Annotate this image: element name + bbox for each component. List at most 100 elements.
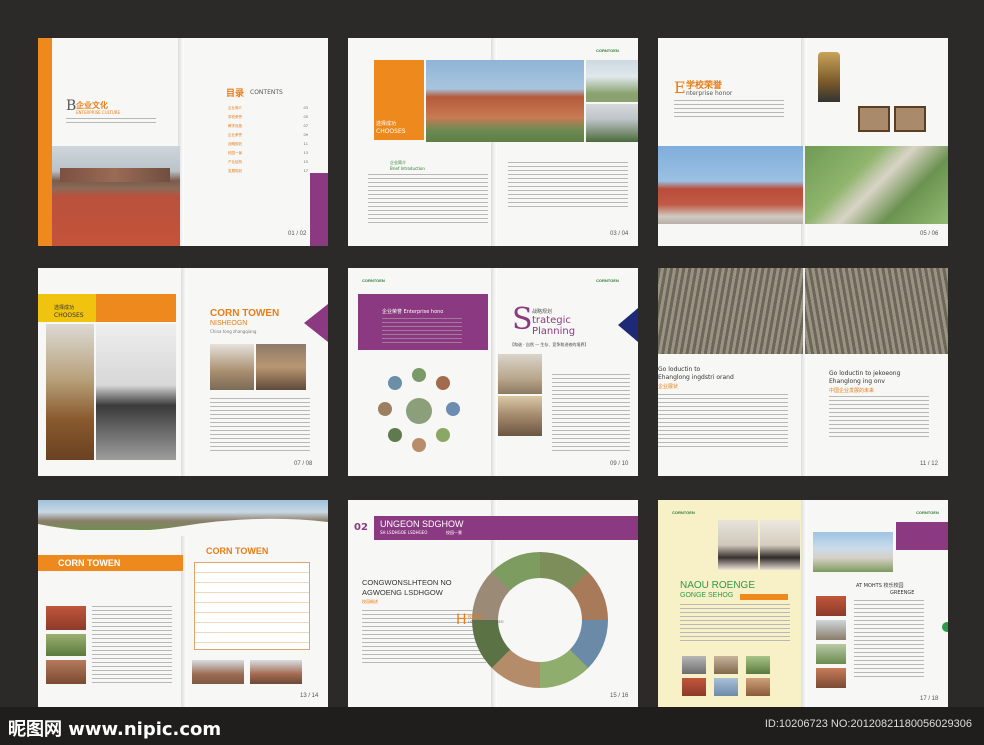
section-title: UNGEON SDGHOW — [380, 519, 464, 529]
strategy-tagline: 【和谐 · 自然 — 生存、竞争和进修的境界】 — [510, 342, 589, 347]
right-title: CORN TOWEN — [206, 546, 269, 556]
green-tab — [942, 622, 948, 632]
people-photo — [498, 396, 542, 436]
spread-2: CORNTOEN 选择成功 CHOOSES 企业简介 Brief Introdu… — [348, 38, 638, 246]
thumb-photo — [714, 656, 738, 674]
library-photo — [498, 354, 542, 394]
h-letter: H — [456, 612, 467, 628]
corn-title: CORN TOWEN — [210, 308, 280, 319]
assembly-photo-right — [805, 268, 948, 354]
strategy-cn: 战略规划 — [532, 309, 553, 315]
lab-photo — [210, 344, 254, 390]
building-thumb — [192, 660, 244, 684]
right-title-1: AT MOHTS 校乐校园 — [856, 583, 904, 589]
logo: CORNTOEN — [916, 510, 939, 515]
toc-item[interactable]: 产业结构 15 — [228, 160, 308, 169]
school-building-photo — [658, 146, 803, 224]
banner-text: 企业荣誉 Enterprise hono — [382, 309, 444, 315]
page-number: 05 / 06 — [920, 231, 939, 237]
choose-en: CHOOSES — [376, 128, 406, 135]
purple-arrow-icon — [304, 304, 328, 342]
page-number: 09 / 10 — [610, 461, 629, 467]
thumb-photo — [746, 678, 770, 696]
section-number: 02 — [354, 522, 368, 533]
left-cn: 企业展状 — [658, 384, 679, 390]
toc-item[interactable]: 教学设施 07 — [228, 124, 308, 133]
site-brand[interactable]: 昵图网 www.nipic.com — [8, 715, 221, 741]
section-sub-cn: 校园一景 — [446, 530, 462, 535]
aerial-campus-photo — [805, 146, 948, 224]
building-photo — [426, 60, 584, 142]
strategy-en-1: trategic — [532, 315, 571, 326]
purple-side-bar — [310, 173, 328, 246]
trophy-photo — [818, 52, 840, 102]
spread-9: CORNTOEN CORNTOEN NAOU ROENGE GONGE SEHO… — [658, 500, 948, 708]
page-number: 15 / 16 — [610, 693, 629, 699]
right-cn: 中国企业发展的未来 — [829, 388, 875, 394]
spread-4: 选择成功 CHOOSES CORN TOWEN NISHEOGN China t… — [38, 268, 328, 476]
certificate — [858, 106, 890, 132]
choose-en: CHOOSES — [54, 312, 84, 319]
contents-en: CONTENTS — [250, 89, 283, 96]
thumb-photo — [682, 678, 706, 696]
page-number: 07 / 08 — [294, 461, 313, 467]
student-photo — [760, 520, 800, 570]
spread-6: Go loductin to Ehanglong ingdstri orand … — [658, 268, 948, 476]
thumb-photo — [816, 596, 846, 616]
building-thumb — [250, 660, 302, 684]
certificate — [894, 106, 926, 132]
corn-sub2: China tong zhangqiang — [210, 329, 257, 334]
heading-1: CONGWONSLHTEON NO — [362, 578, 452, 587]
choose-cn: 选择成功 — [54, 305, 75, 311]
logo: CORNTOEN — [596, 48, 619, 53]
logo: CORNTOEN — [362, 278, 385, 283]
spread-8: 02 UNGEON SDGHOW SH LSDHGOE LSDHGEO 校园一景… — [348, 500, 638, 708]
schedule-table — [194, 562, 310, 650]
toc-item[interactable]: 校园一景 13 — [228, 151, 308, 160]
campus-photo — [586, 104, 638, 142]
image-id: ID:10206723 NO:20120821180056029306 — [764, 718, 972, 730]
heading-cn: 校园概述 — [362, 599, 378, 604]
logo: CORNTOEN — [596, 278, 619, 283]
toc-item[interactable]: 学校荣誉 05 — [228, 115, 308, 124]
thumb-photo — [46, 606, 86, 630]
strategy-letter: S — [512, 302, 533, 337]
hall-photo — [256, 344, 306, 390]
right-title-2: GREENGE — [890, 590, 915, 596]
toc-item[interactable]: 发展规划 17 — [228, 169, 308, 178]
thumb-photo — [46, 660, 86, 684]
toc-list: 企业简介 03 学校荣誉 05 教学设施 07 企业荣誉 09 战略规划 11 校园一景 1… — [228, 106, 308, 178]
left-title-1: Go loductin to — [658, 366, 701, 373]
classroom-photo — [46, 324, 94, 460]
orange-side-bar — [38, 38, 52, 246]
wave-divider — [38, 518, 328, 536]
choose-cn: 选择成功 — [376, 121, 397, 127]
toc-item[interactable]: 战略规划 11 — [228, 142, 308, 151]
thumb-photo — [746, 656, 770, 674]
logo: CORNTOEN — [672, 510, 695, 515]
thumb-photo — [46, 634, 86, 656]
student-photo — [718, 520, 758, 570]
page-number: 13 / 14 — [300, 693, 319, 699]
toc-item[interactable]: 企业荣誉 09 — [228, 133, 308, 142]
thumb-photo — [682, 656, 706, 674]
section-sub: SH LSDHGOE LSDHGEO — [380, 530, 428, 535]
spread-7: CORN TOWEN CORN TOWEN 13 / 14 — [38, 500, 328, 708]
orange-block — [96, 294, 176, 322]
track-photo — [52, 146, 180, 246]
thumb-photo — [816, 668, 846, 688]
toc-item[interactable]: 企业简介 03 — [228, 106, 308, 115]
page-number: 01 / 02 — [288, 231, 307, 237]
strategy-en-2: Planning — [532, 326, 576, 337]
honor-letter: E — [674, 78, 686, 97]
h-en: LSDHGOE LSDHGEO — [468, 620, 504, 624]
corn-sub: NISHEOGN — [210, 320, 248, 327]
spread-5: CORNTOEN CORNTOEN 企业荣誉 Enterprise hono S… — [348, 268, 638, 476]
bus-photo — [586, 60, 638, 102]
right-title-2: Ehanglong ing onv — [829, 378, 885, 385]
thumb-photo — [714, 678, 738, 696]
ring-center — [498, 578, 582, 662]
spread-1: B 企业文化 ENTERPRISE CULTURE 目录 CONTENTS 企业… — [38, 38, 328, 246]
thumb-photo — [816, 644, 846, 664]
contents-cn: 目录 — [226, 89, 245, 99]
